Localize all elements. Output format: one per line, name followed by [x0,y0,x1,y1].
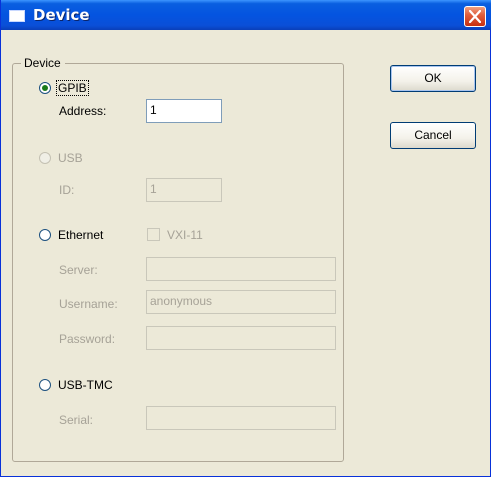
ethernet-radio[interactable] [39,229,51,241]
cancel-button[interactable]: Cancel [390,122,476,149]
ethernet-label: Ethernet [58,228,104,242]
window-icon [9,10,25,22]
gpib-label-text: GPIB [56,80,89,96]
close-button[interactable] [464,6,486,27]
window-title: Device [33,6,90,24]
usb-label: USB [58,151,83,165]
usbtmc-label: USB-TMC [58,378,113,392]
address-input[interactable]: 1 [146,99,222,123]
ok-button[interactable]: OK [390,65,476,92]
vxi11-label: VXI-11 [167,228,203,242]
address-label: Address: [59,104,107,118]
gpib-radio[interactable] [39,82,51,94]
gpib-label: GPIB [56,80,89,96]
id-label: ID: [59,183,75,197]
server-label: Server: [59,263,98,277]
serial-label: Serial: [59,413,94,427]
usb-radio[interactable] [39,152,51,164]
password-label: Password: [59,332,116,346]
server-input[interactable] [146,257,336,281]
title-bar[interactable]: Device [1,0,491,30]
vxi11-checkbox[interactable] [147,228,160,241]
username-label: Username: [59,297,118,311]
radio-selected-dot [42,85,48,91]
device-dialog: Device Device GPIB Address: 1 USB ID: 1 … [0,0,491,477]
username-input[interactable]: anonymous [146,290,336,314]
serial-input[interactable] [146,406,336,430]
groupbox-legend: Device [21,56,65,70]
password-input[interactable] [146,326,336,350]
usbtmc-radio[interactable] [39,379,51,391]
id-input[interactable]: 1 [146,178,222,202]
close-icon [469,10,481,23]
